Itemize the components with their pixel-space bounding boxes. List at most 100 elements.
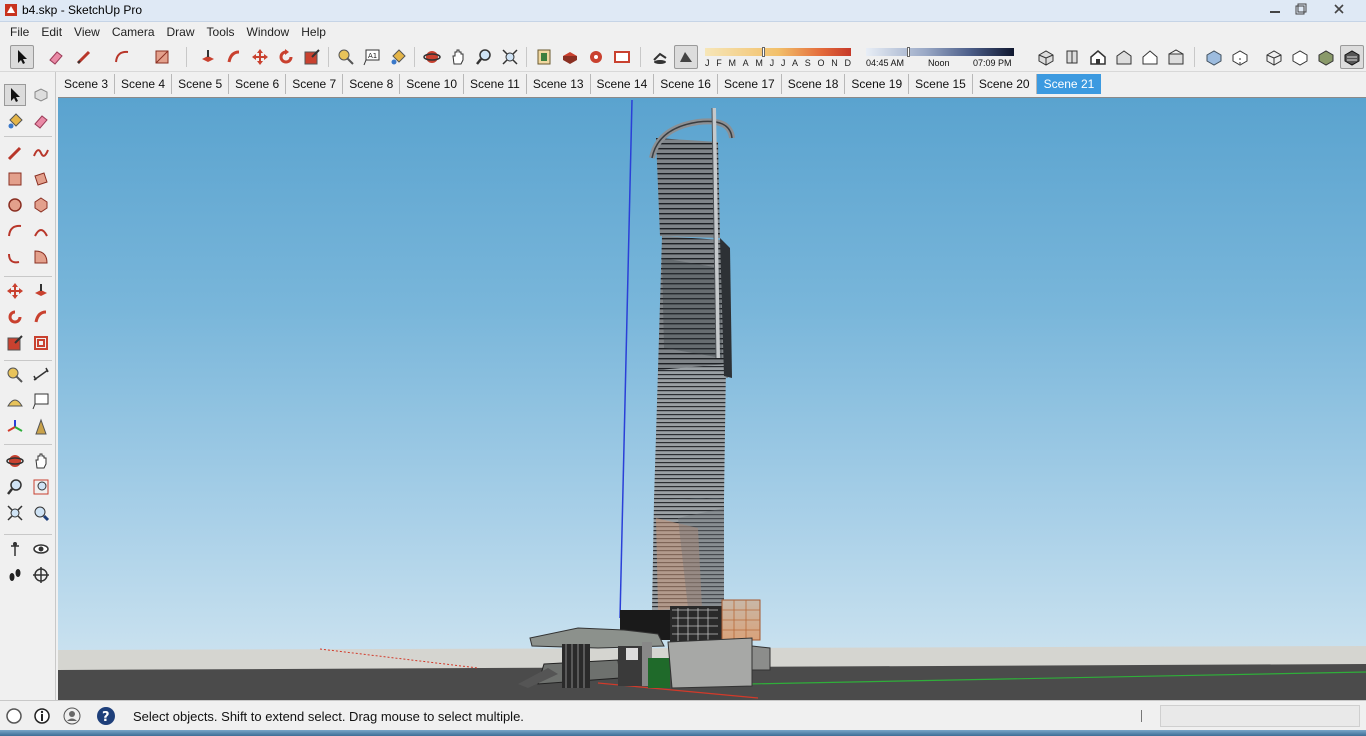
measurements-box[interactable]	[1160, 705, 1360, 727]
shaded-style-button[interactable]	[1314, 45, 1338, 69]
right-view-button[interactable]	[1112, 45, 1136, 69]
push-pull-tool-button[interactable]	[196, 45, 220, 69]
pan-tool-button[interactable]	[446, 45, 470, 69]
scene-tab[interactable]: Scene 8	[343, 74, 401, 94]
help-button[interactable]: ?	[96, 706, 116, 726]
scene-tab[interactable]: Scene 5	[172, 74, 230, 94]
iso-view-button[interactable]	[1034, 45, 1058, 69]
geo-location-button[interactable]	[4, 706, 24, 726]
user-account-button[interactable]	[62, 706, 82, 726]
polygon-tool-button[interactable]	[30, 194, 52, 216]
warehouse-button[interactable]	[532, 45, 556, 69]
scene-tab[interactable]: Scene 21	[1036, 74, 1102, 94]
line-tool-button[interactable]	[4, 142, 26, 164]
shadow-time-track[interactable]	[866, 48, 1014, 56]
scale-tool-button[interactable]	[4, 332, 26, 354]
shadow-time-slider[interactable]: 04:45 AM Noon 07:09 PM	[866, 47, 1014, 69]
paint-bucket-tool-button[interactable]	[4, 110, 26, 132]
scene-tab[interactable]: Scene 20	[973, 74, 1037, 94]
menu-help[interactable]: Help	[295, 25, 332, 39]
tape-measure-tool-button[interactable]	[4, 364, 26, 386]
zoom-tool-button[interactable]	[472, 45, 496, 69]
shadow-date-slider[interactable]: JFMAMJJASOND	[705, 47, 851, 69]
credits-button[interactable]	[32, 706, 52, 726]
scene-tab[interactable]: Scene 16	[654, 74, 718, 94]
protractor-tool-button[interactable]	[4, 390, 26, 412]
rotate-tool-button[interactable]	[4, 306, 26, 328]
section-plane-tool-button[interactable]	[30, 564, 52, 586]
extension-warehouse-button[interactable]	[584, 45, 608, 69]
zoom-extents-tool-button[interactable]	[4, 502, 26, 524]
zoom-tool-button[interactable]	[4, 476, 26, 498]
front-view-button[interactable]	[1086, 45, 1110, 69]
hidden-line-style-button[interactable]	[1288, 45, 1312, 69]
wireframe-style-button[interactable]	[1262, 45, 1286, 69]
scene-tab[interactable]: Scene 15	[909, 74, 973, 94]
orbit-tool-button[interactable]	[420, 45, 444, 69]
orbit-tool-button[interactable]	[4, 450, 26, 472]
menu-view[interactable]: View	[68, 25, 106, 39]
arc-tool-button[interactable]	[4, 220, 26, 242]
scene-tab[interactable]: Scene 6	[229, 74, 287, 94]
arc-tool-button[interactable]	[110, 45, 134, 69]
previous-view-tool-button[interactable]	[30, 502, 52, 524]
top-view-button[interactable]	[1060, 45, 1084, 69]
move-tool-button[interactable]	[248, 45, 272, 69]
components-button[interactable]	[558, 45, 582, 69]
scene-tab[interactable]: Scene 4	[115, 74, 173, 94]
scene-tab[interactable]: Scene 3	[58, 74, 116, 94]
pie-tool-button[interactable]	[30, 246, 52, 268]
move-tool-button[interactable]	[4, 280, 26, 302]
axes-tool-button[interactable]	[4, 416, 26, 438]
position-camera-tool-button[interactable]	[4, 538, 26, 560]
close-button[interactable]	[1322, 0, 1356, 18]
select-tool-button[interactable]	[4, 84, 26, 106]
2-point-arc-tool-button[interactable]	[30, 220, 52, 242]
maximize-button[interactable]	[1284, 0, 1318, 18]
line-tool-button[interactable]	[72, 45, 96, 69]
scene-tab[interactable]: Scene 11	[464, 74, 527, 94]
push-pull-tool-button[interactable]	[30, 280, 52, 302]
scene-tab[interactable]: Scene 14	[591, 74, 655, 94]
scene-tab[interactable]: Scene 10	[400, 74, 464, 94]
follow-me-tool-button[interactable]	[222, 45, 246, 69]
walk-tool-button[interactable]	[4, 564, 26, 586]
look-around-tool-button[interactable]	[30, 538, 52, 560]
scale-tool-button[interactable]	[300, 45, 324, 69]
text-tool-button[interactable]	[30, 390, 52, 412]
shadows-toggle-button[interactable]	[648, 45, 672, 69]
shadow-date-track[interactable]	[705, 48, 851, 56]
circle-tool-button[interactable]	[4, 194, 26, 216]
shadow-date-thumb[interactable]	[762, 47, 766, 57]
follow-me-tool-button[interactable]	[30, 306, 52, 328]
back-edges-style-button[interactable]	[1228, 45, 1252, 69]
menu-window[interactable]: Window	[241, 25, 296, 39]
menu-tools[interactable]: Tools	[201, 25, 241, 39]
rectangle-tool-button[interactable]	[150, 45, 174, 69]
scene-tab[interactable]: Scene 18	[782, 74, 846, 94]
rectangle-tool-button[interactable]	[4, 168, 26, 190]
model-viewport[interactable]	[58, 97, 1366, 700]
menu-camera[interactable]: Camera	[106, 25, 161, 39]
zoom-extents-tool-button[interactable]	[498, 45, 522, 69]
scene-tab[interactable]: Scene 13	[527, 74, 591, 94]
fog-toggle-button[interactable]	[674, 45, 698, 69]
3-point-arc-tool-button[interactable]	[4, 246, 26, 268]
scene-tab[interactable]: Scene 17	[718, 74, 782, 94]
rotated-rectangle-tool-button[interactable]	[30, 168, 52, 190]
eraser-tool-button[interactable]	[30, 110, 52, 132]
back-view-button[interactable]	[1138, 45, 1162, 69]
paint-bucket-tool-button[interactable]	[386, 45, 410, 69]
menu-file[interactable]: File	[4, 25, 35, 39]
freehand-tool-button[interactable]	[30, 142, 52, 164]
make-component-tool-button[interactable]	[30, 84, 52, 106]
layout-button[interactable]	[610, 45, 634, 69]
3d-text-tool-button[interactable]	[30, 416, 52, 438]
menu-draw[interactable]: Draw	[161, 25, 201, 39]
scene-tab[interactable]: Scene 19	[845, 74, 910, 94]
zoom-window-tool-button[interactable]	[30, 476, 52, 498]
xray-style-button[interactable]	[1202, 45, 1226, 69]
scene-tab[interactable]: Scene 7	[286, 74, 344, 94]
shadow-time-thumb[interactable]	[906, 47, 910, 57]
shaded-textures-style-button[interactable]	[1340, 45, 1364, 69]
